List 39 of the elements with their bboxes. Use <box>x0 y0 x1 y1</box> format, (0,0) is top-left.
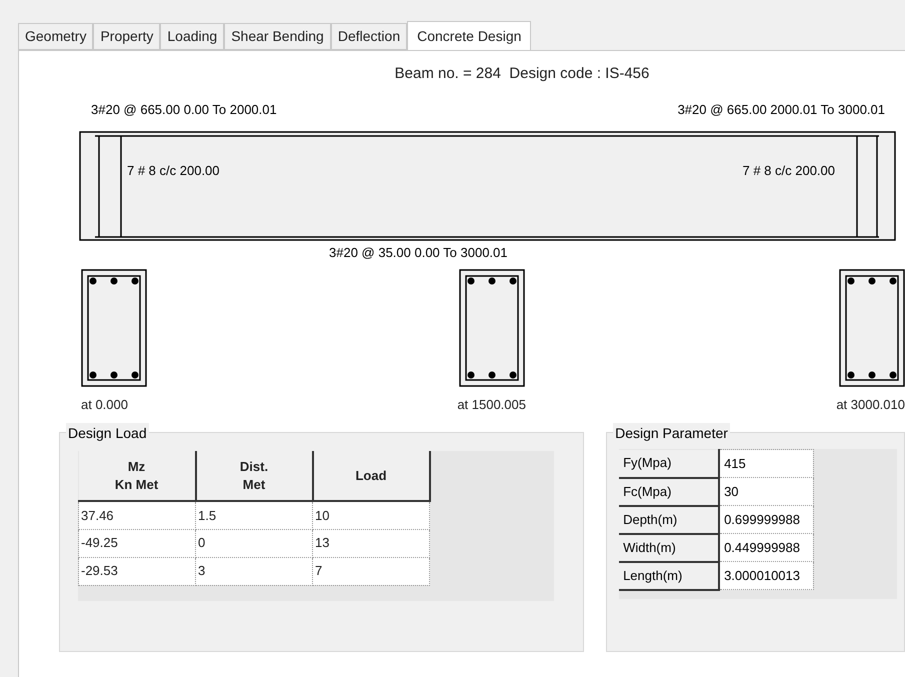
tab[interactable]: Concrete Design <box>407 21 532 51</box>
group-title: Design Parameter <box>613 423 730 444</box>
table-cell: 1.5 <box>196 501 312 529</box>
group-title: Design Load <box>66 423 149 444</box>
parameter-value: 3.000010013 <box>719 562 814 590</box>
section-label: at 0.000 <box>81 396 128 414</box>
table-cell: 13 <box>312 529 430 557</box>
tab[interactable]: Shear Bending <box>224 23 331 50</box>
column-header[interactable]: Dist. Met <box>196 451 312 501</box>
parameter-value: 0.699999988 <box>719 506 814 534</box>
top-bar-label: 3#20 @ 665.00 0.00 To 2000.01 <box>91 100 277 118</box>
parameter-value: 0.449999988 <box>719 534 814 562</box>
top-bar-label: 3#20 @ 665.00 2000.01 To 3000.01 <box>678 100 885 118</box>
table-cell: -29.53 <box>78 557 196 585</box>
beam-heading: Beam no. = 284 Design code : IS-456 <box>394 64 650 84</box>
section-label: at 1500.005 <box>457 396 526 414</box>
table-cell: 3 <box>196 557 312 585</box>
tab[interactable]: Property <box>93 23 160 50</box>
tab[interactable]: Geometry <box>18 23 94 50</box>
section-label: at 3000.010 <box>836 396 905 414</box>
table-cell: 37.46 <box>78 501 196 529</box>
bottom-bar-label: 3#20 @ 35.00 0.00 To 3000.01 <box>328 244 508 262</box>
parameter-label: Length(m) <box>619 562 720 590</box>
column-header[interactable]: Load <box>312 451 430 501</box>
table-cell: -49.25 <box>78 529 196 557</box>
tab[interactable]: Loading <box>160 23 224 50</box>
table-cell: 7 <box>312 557 430 585</box>
table-cell: 10 <box>312 501 430 529</box>
table-cell: 0 <box>196 529 312 557</box>
parameter-label: Fy(Mpa) <box>619 450 720 478</box>
tab[interactable]: Deflection <box>330 23 408 50</box>
stirrup-label: 7 # 8 c/c 200.00 <box>742 162 835 180</box>
stirrup-label: 7 # 8 c/c 200.00 <box>127 162 220 180</box>
parameter-label: Fc(Mpa) <box>619 478 720 506</box>
parameter-label: Depth(m) <box>619 506 720 534</box>
parameter-label: Width(m) <box>619 534 720 562</box>
parameter-value: 30 <box>719 478 814 506</box>
parameter-value: 415 <box>719 450 814 478</box>
column-header[interactable]: Mz Kn Met <box>78 451 196 501</box>
